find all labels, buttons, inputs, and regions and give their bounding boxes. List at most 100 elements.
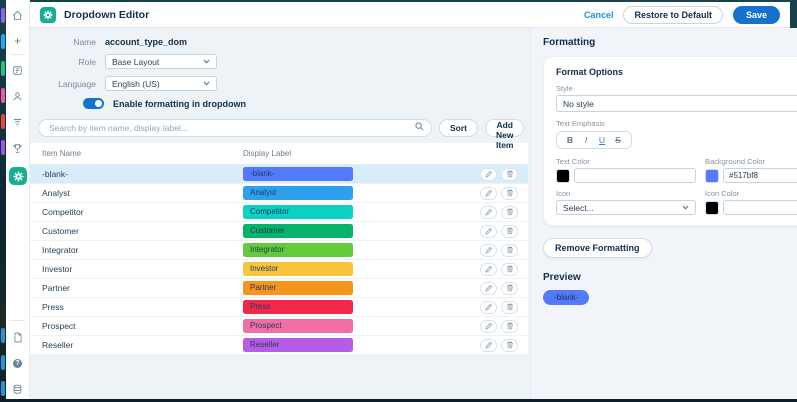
edit-icon xyxy=(485,208,493,216)
delete-item-button[interactable] xyxy=(501,339,518,352)
role-select[interactable]: Base Layout xyxy=(105,54,217,69)
text-color-input[interactable] xyxy=(574,168,696,183)
display-label-cell: Analyst xyxy=(243,186,480,200)
table-row[interactable]: -blank- -blank- xyxy=(30,165,528,184)
user-icon[interactable] xyxy=(6,85,29,107)
remove-formatting-button[interactable]: Remove Formatting xyxy=(543,238,652,258)
item-name-cell: Customer xyxy=(30,226,243,236)
help-icon[interactable]: ? xyxy=(6,352,29,374)
trash-icon xyxy=(506,303,514,311)
settings-icon[interactable] xyxy=(9,167,27,185)
language-label: Language xyxy=(38,79,96,89)
edge-color-tab xyxy=(1,328,5,343)
icon-select[interactable]: Select... xyxy=(556,200,696,215)
topbar: Dropdown Editor Cancel Restore to Defaul… xyxy=(30,2,790,28)
search-icon xyxy=(415,122,424,131)
edit-icon xyxy=(485,227,493,235)
enable-formatting-toggle[interactable] xyxy=(83,98,104,109)
icon-color-label: Icon Color xyxy=(705,189,797,198)
format-item-button[interactable] xyxy=(480,339,497,352)
format-item-button[interactable] xyxy=(480,187,497,200)
cancel-button[interactable]: Cancel xyxy=(584,10,614,20)
italic-button[interactable]: I xyxy=(578,135,594,145)
delete-item-button[interactable] xyxy=(501,206,518,219)
search-input[interactable] xyxy=(38,119,432,137)
format-options-title: Format Options xyxy=(556,67,797,77)
item-name-cell: Analyst xyxy=(30,188,243,198)
delete-item-button[interactable] xyxy=(501,225,518,238)
delete-item-button[interactable] xyxy=(501,282,518,295)
preview-pill: -blank- xyxy=(543,290,589,305)
trash-icon xyxy=(506,322,514,330)
home-icon[interactable] xyxy=(6,4,29,26)
modules-icon[interactable] xyxy=(6,59,29,81)
bold-button[interactable]: B xyxy=(562,135,578,145)
formatting-panel-title: Formatting xyxy=(543,37,595,48)
item-name-cell: Press xyxy=(30,302,243,312)
display-label-chip: -blank- xyxy=(243,167,353,181)
table-row[interactable]: Partner Partner xyxy=(30,279,528,298)
icon-color-input[interactable] xyxy=(723,200,797,215)
edge-color-tab xyxy=(1,381,5,396)
style-select[interactable]: No style xyxy=(556,95,797,112)
table-row[interactable]: Press Press xyxy=(30,298,528,317)
role-label: Role xyxy=(38,57,96,67)
trash-icon xyxy=(506,246,514,254)
trophy-icon[interactable] xyxy=(6,137,29,159)
format-item-button[interactable] xyxy=(480,168,497,181)
table-row[interactable]: Competitor Competitor xyxy=(30,203,528,222)
display-label-cell: Competitor xyxy=(243,205,480,219)
table-row[interactable]: Analyst Analyst xyxy=(30,184,528,203)
table-row[interactable]: Reseller Reseller xyxy=(30,336,528,355)
display-label-chip: Press xyxy=(243,300,353,314)
edit-icon xyxy=(485,170,493,178)
sort-button[interactable]: Sort xyxy=(439,119,478,137)
trash-icon xyxy=(506,208,514,216)
display-label-chip: Partner xyxy=(243,281,353,295)
layers-icon[interactable] xyxy=(6,378,29,400)
item-name-cell: Investor xyxy=(30,264,243,274)
format-item-button[interactable] xyxy=(480,263,497,276)
text-color-swatch[interactable] xyxy=(556,169,570,183)
delete-item-button[interactable] xyxy=(501,187,518,200)
strikethrough-button[interactable]: S xyxy=(610,135,626,145)
format-item-button[interactable] xyxy=(480,301,497,314)
display-label-cell: Partner xyxy=(243,281,480,295)
restore-to-default-button[interactable]: Restore to Default xyxy=(623,6,723,24)
background-color-swatch[interactable] xyxy=(705,169,719,183)
name-label: Name xyxy=(38,37,96,47)
delete-item-button[interactable] xyxy=(501,168,518,181)
filter-icon[interactable] xyxy=(6,111,29,133)
add-icon[interactable]: + xyxy=(6,30,29,52)
underline-button[interactable]: U xyxy=(594,135,610,145)
language-select[interactable]: English (US) xyxy=(105,76,217,91)
document-icon[interactable] xyxy=(6,326,29,348)
format-item-button[interactable] xyxy=(480,320,497,333)
save-button[interactable]: Save xyxy=(733,6,780,24)
formatting-panel: Formatting ‹ › × Format Options Style No… xyxy=(530,28,797,399)
background-color-input[interactable] xyxy=(723,168,797,183)
delete-item-button[interactable] xyxy=(501,244,518,257)
table-row[interactable]: Prospect Prospect xyxy=(30,317,528,336)
role-select-value: Base Layout xyxy=(112,57,159,67)
display-label-chip: Competitor xyxy=(243,205,353,219)
page-title: Dropdown Editor xyxy=(64,9,149,21)
edit-icon xyxy=(485,341,493,349)
icon-color-swatch[interactable] xyxy=(705,201,719,215)
table-row[interactable]: Integrator Integrator xyxy=(30,241,528,260)
sidebar-divider xyxy=(10,54,25,55)
chevron-down-icon xyxy=(203,59,210,64)
delete-item-button[interactable] xyxy=(501,301,518,314)
add-new-item-button[interactable]: Add New Item xyxy=(485,119,524,137)
format-item-button[interactable] xyxy=(480,282,497,295)
column-header-display-label: Display Label xyxy=(243,149,528,158)
format-item-button[interactable] xyxy=(480,225,497,238)
display-label-chip: Reseller xyxy=(243,338,353,352)
delete-item-button[interactable] xyxy=(501,320,518,333)
format-item-button[interactable] xyxy=(480,206,497,219)
format-item-button[interactable] xyxy=(480,244,497,257)
table-row[interactable]: Investor Investor xyxy=(30,260,528,279)
delete-item-button[interactable] xyxy=(501,263,518,276)
table-row[interactable]: Customer Customer xyxy=(30,222,528,241)
edge-color-tab xyxy=(1,355,5,370)
